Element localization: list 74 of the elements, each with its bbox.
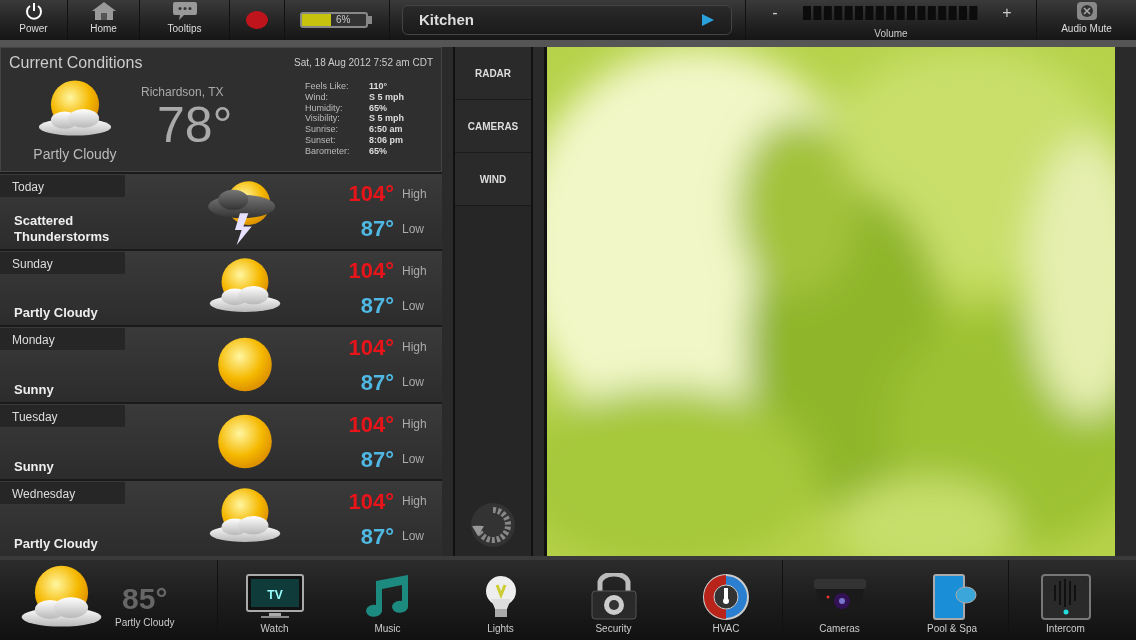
high-label: High (402, 493, 427, 511)
detail-label: Humidity: (305, 102, 344, 114)
detail-value: 6:50 am (369, 124, 403, 135)
low-temperature: 87° (359, 215, 394, 244)
low-label: Low (402, 528, 424, 546)
detail-value: 8:06 pm (369, 135, 403, 146)
forecast-condition: Sunny (13, 459, 55, 476)
high-label: High (402, 262, 427, 280)
source-selector[interactable]: Kitchen (402, 5, 732, 35)
side-tab[interactable]: WIND (455, 153, 531, 206)
high-temperature: 104° (347, 333, 394, 362)
home-icon (90, 1, 117, 21)
panel-title: Current Conditions (9, 53, 143, 73)
record-button[interactable] (245, 10, 269, 30)
high-label: High (402, 416, 427, 434)
forecast-condition: Partly Cloudy (13, 536, 99, 552)
detail-label: Visibility: (305, 113, 341, 125)
low-label: Low (402, 297, 424, 315)
low-label: Low (402, 451, 424, 469)
side-tab[interactable]: RADAR (455, 47, 531, 100)
day-label: Sunday (0, 251, 125, 274)
low-label: Low (402, 220, 424, 238)
day-label: Wednesday (0, 482, 125, 505)
detail-value: 65% (369, 102, 387, 114)
detail-label: Sunset: (305, 135, 337, 146)
high-label: High (402, 339, 427, 357)
volume-down-button[interactable]: - (763, 0, 787, 26)
day-label: Tuesday (0, 405, 125, 428)
nav-button[interactable]: Music (331, 560, 444, 640)
condition-text: Partly Cloudy (115, 615, 175, 630)
detail-value: 110° (369, 81, 388, 92)
high-label: High (402, 185, 427, 203)
condition-text: Partly Cloudy (33, 146, 117, 162)
nav-button[interactable]: TV Watch (218, 560, 331, 640)
detail-value: S 5 mph (369, 91, 404, 103)
low-temperature: 87° (359, 522, 394, 551)
temperature-text: 85° (122, 582, 168, 615)
detail-value: S 5 mph (369, 113, 404, 125)
volume-label: Volume (874, 27, 908, 41)
nav-button[interactable]: Lights (444, 560, 557, 640)
detail-label: Feels Like: (305, 81, 350, 92)
mute-icon (1074, 1, 1099, 21)
detail-label: Barometer: (305, 145, 351, 157)
low-temperature: 87° (359, 368, 394, 397)
high-temperature: 104° (347, 487, 394, 516)
high-temperature: 104° (347, 410, 394, 439)
speech-bubble-icon (171, 1, 198, 21)
volume-up-button[interactable]: + (995, 0, 1019, 26)
audio-mute-button[interactable]: Audio Mute (1037, 0, 1136, 40)
location-text: Richardson, TX (141, 84, 225, 101)
high-temperature: 104° (347, 180, 394, 209)
side-tab[interactable]: CAMERAS (455, 100, 531, 153)
play-icon (701, 13, 715, 27)
battery-reading: 6% (336, 14, 351, 26)
nav-button[interactable]: Pool & Spa (896, 560, 1009, 640)
day-label: Today (0, 174, 125, 197)
nav-button[interactable]: Intercom (1009, 560, 1122, 640)
detail-label: Wind: (305, 91, 329, 103)
low-temperature: 87° (359, 292, 394, 321)
day-label: Monday (0, 328, 125, 351)
date-time: Sat, 18 Aug 2012 7:52 am CDT (294, 56, 433, 70)
low-label: Low (402, 374, 424, 392)
nav-button[interactable]: HVAC (670, 560, 783, 640)
detail-value: 65% (369, 145, 387, 157)
forecast-condition: Scattered Thunderstorms (13, 212, 111, 245)
forecast-condition: Partly Cloudy (13, 305, 99, 322)
high-temperature: 104° (347, 257, 394, 286)
temperature-text: 78° (157, 101, 234, 149)
detail-label: Sunrise: (305, 124, 340, 135)
power-icon (23, 1, 44, 21)
nav-button[interactable]: Cameras (783, 560, 896, 640)
forecast-condition: Sunny (13, 382, 55, 399)
nav-button[interactable]: Security (557, 560, 670, 640)
low-temperature: 87° (359, 445, 394, 474)
